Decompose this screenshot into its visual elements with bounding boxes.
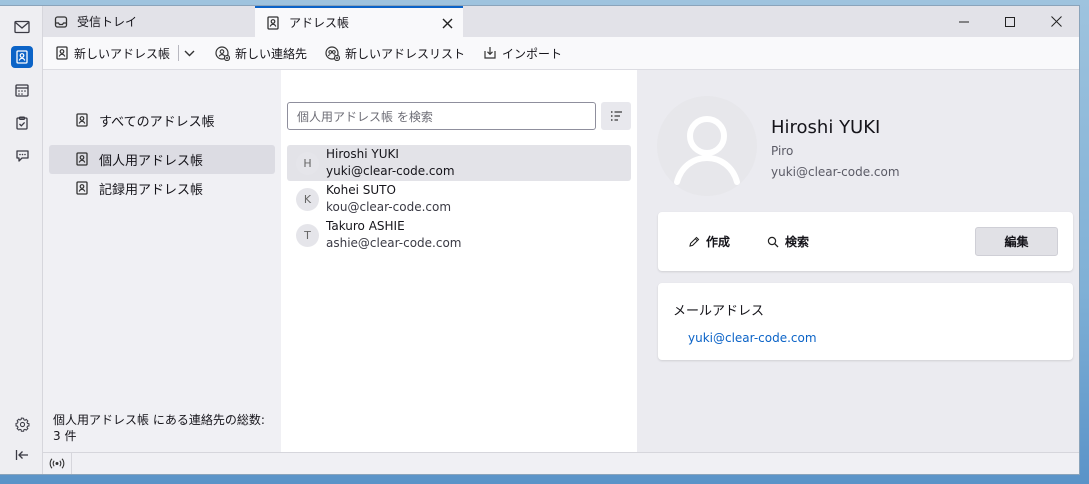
book-label: 個人用アドレス帳 [99,154,204,169]
title-bar: 受信トレイ アドレス帳 [43,6,1079,37]
thunderbird-window: 受信トレイ アドレス帳 新しいアドレス帳 新しい連絡先 新しいアドレスリスト イ… [0,6,1079,474]
contact-email: ashie@clear-code.com [326,236,462,250]
contact-count: 個人用アドレス帳 にある連絡先の総数: 3 件 [53,413,265,443]
contact-row[interactable]: K Kohei SUTO kou@clear-code.com [287,181,631,217]
book-label: 記録用アドレス帳 [99,183,204,198]
new-list-button[interactable]: 新しいアドレスリスト [321,41,469,65]
collapse-spaces-button[interactable] [11,444,33,466]
new-contact-icon [215,45,231,61]
chat-icon [15,150,29,162]
address-book-toolbar: 新しいアドレス帳 新しい連絡先 新しいアドレスリスト インポート [43,37,1079,70]
status-bar [43,452,1079,474]
close-window-button[interactable] [1033,6,1079,37]
contact-email: kou@clear-code.com [326,200,452,214]
contacts-list-pane: 個人用アドレス帳 を検索 H Hiroshi YUKI yuki@clear-c… [281,70,637,452]
maximize-icon [1005,16,1015,27]
contact-actions-card: 作成 検索 編集 [658,212,1073,271]
contact-row[interactable]: H Hiroshi YUKI yuki@clear-code.com [287,145,631,181]
chat-space-button[interactable] [11,145,33,167]
import-icon [483,46,497,60]
online-status-button[interactable] [43,453,72,474]
tasks-space-button[interactable] [11,112,33,134]
address-book-icon [265,15,281,31]
book-personal[interactable]: 個人用アドレス帳 [49,145,275,174]
new-address-book-button[interactable]: 新しいアドレス帳 [51,41,174,65]
contact-photo [657,96,757,196]
search-icon [767,236,779,248]
search-label: 検索 [785,235,810,249]
minimize-icon [959,21,969,22]
sort-list-icon [610,111,622,121]
gear-icon [15,416,29,432]
new-address-book-dropdown[interactable] [182,41,197,65]
close-icon [1050,16,1062,27]
import-button[interactable]: インポート [479,41,566,65]
calendar-icon [15,84,29,97]
book-all[interactable]: すべてのアドレス帳 [49,106,275,135]
maximize-button[interactable] [987,6,1033,37]
address-book-space-button[interactable] [11,46,33,68]
import-label: インポート [502,46,563,61]
new-list-icon [325,45,341,61]
email-link[interactable]: yuki@clear-code.com [688,331,817,345]
address-book-icon [16,50,28,64]
mail-space-button[interactable] [11,16,33,38]
address-books-pane: すべてのアドレス帳 個人用アドレス帳 記録用アドレス帳 個人用アドレス帳 にある… [43,70,281,452]
connection-status-icon [49,458,65,469]
avatar: T [296,224,319,247]
close-tab-button[interactable] [442,14,453,33]
address-book-icon [76,152,88,166]
chevron-down-icon [184,50,195,56]
avatar: H [296,152,319,175]
person-placeholder-icon [657,96,757,196]
tab-inbox[interactable]: 受信トレイ [43,6,255,37]
toolbar-separator [178,45,180,61]
search-input[interactable]: 個人用アドレス帳 を検索 [287,102,596,130]
inbox-icon [53,14,69,30]
pencil-icon [688,236,700,248]
avatar: K [296,188,319,211]
new-contact-button[interactable]: 新しい連絡先 [211,41,311,65]
email-addresses-card: メールアドレス yuki@clear-code.com [658,283,1073,360]
new-address-book-label: 新しいアドレス帳 [74,46,171,61]
calendar-space-button[interactable] [11,79,33,101]
contact-name: Kohei SUTO [326,183,396,197]
list-view-options-button[interactable] [601,102,631,130]
email-section-title: メールアドレス [673,304,765,319]
address-book-icon [76,181,88,195]
address-book-icon [76,113,88,127]
spaces-toolbar [0,6,43,474]
settings-button[interactable] [11,413,33,435]
contact-display-name: Hiroshi YUKI [771,117,881,138]
mail-icon [14,20,30,34]
new-contact-label: 新しい連絡先 [235,46,308,61]
book-collected[interactable]: 記録用アドレス帳 [49,174,275,203]
tab-address-book[interactable]: アドレス帳 [255,6,463,37]
contact-header-email: yuki@clear-code.com [771,165,900,179]
collapse-left-icon [15,450,28,460]
close-icon [442,18,453,29]
contact-name: Takuro ASHIE [326,219,405,233]
search-button[interactable]: 検索 [767,233,809,250]
compose-button[interactable]: 作成 [688,233,730,250]
minimize-button[interactable] [941,6,987,37]
contact-detail-pane: Hiroshi YUKI Piro yuki@clear-code.com 作成… [637,70,1079,452]
contact-nickname: Piro [771,144,794,158]
edit-button[interactable]: 編集 [975,227,1058,256]
compose-label: 作成 [706,235,731,249]
book-label: すべてのアドレス帳 [99,115,215,130]
contact-name: Hiroshi YUKI [326,147,399,161]
tab-label: アドレス帳 [289,16,350,30]
tab-label: 受信トレイ [77,15,138,29]
address-book-icon [55,46,69,60]
contact-email: yuki@clear-code.com [326,164,455,178]
new-list-label: 新しいアドレスリスト [345,46,466,61]
contact-row[interactable]: T Takuro ASHIE ashie@clear-code.com [287,217,631,253]
tasks-icon [16,116,28,130]
